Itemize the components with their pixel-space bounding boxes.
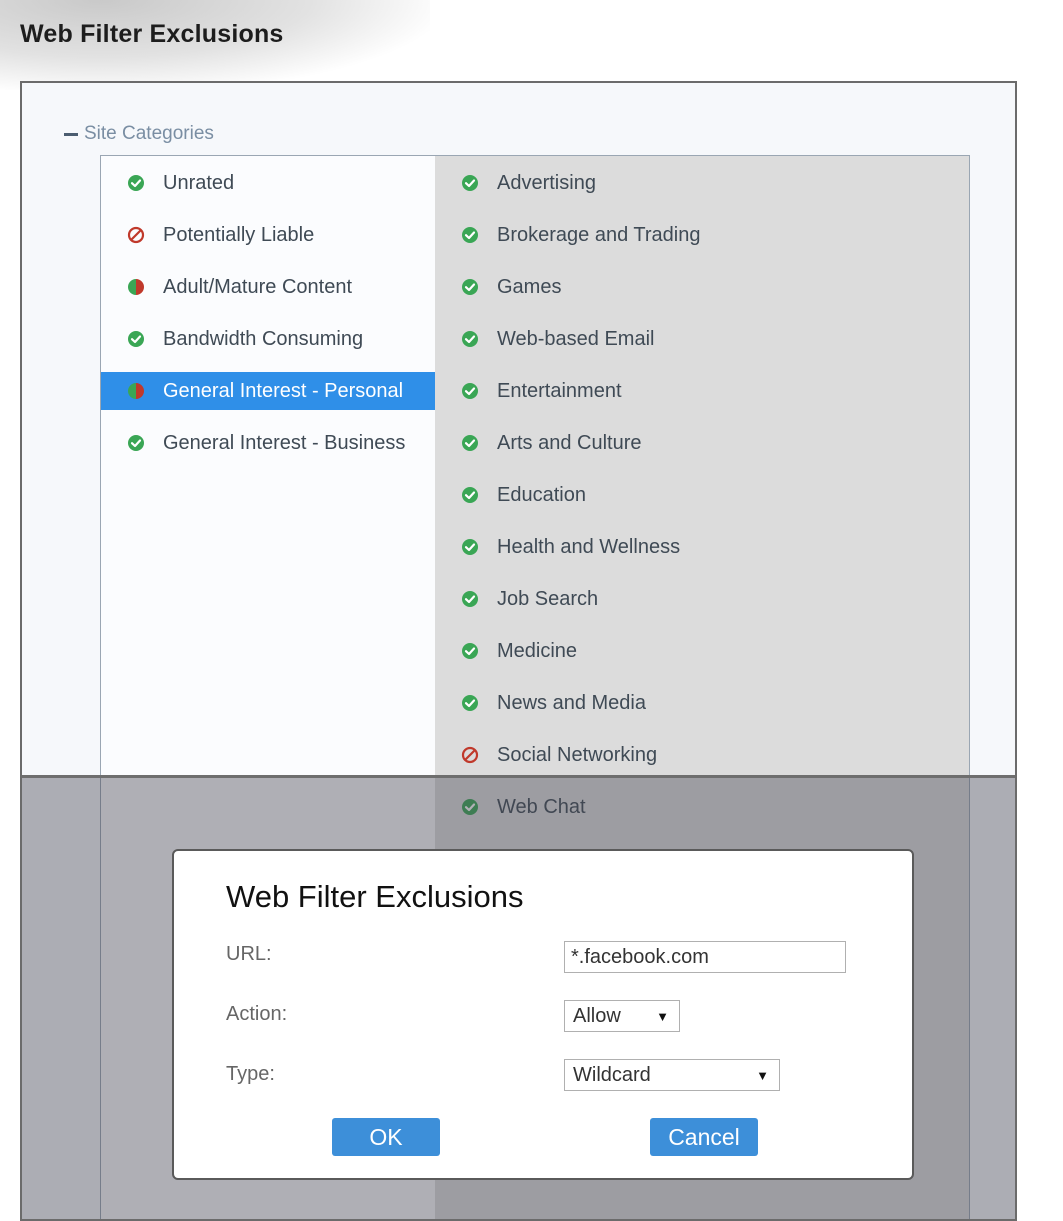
category-item[interactable]: Bandwidth Consuming [101, 320, 435, 358]
category-item[interactable]: Advertising [435, 164, 969, 202]
category-item[interactable]: General Interest - Personal [101, 372, 435, 410]
action-select[interactable]: Allow ▼ [564, 1000, 680, 1032]
category-item[interactable]: Brokerage and Trading [435, 216, 969, 254]
action-label: Action: [226, 1003, 288, 1025]
allow-check-icon [462, 435, 478, 451]
mixed-status-icon [128, 383, 144, 399]
allow-check-icon [128, 331, 144, 347]
category-label: Education [497, 483, 586, 506]
allow-check-icon [462, 279, 478, 295]
allow-check-icon [462, 175, 478, 191]
category-label: Social Networking [497, 743, 658, 766]
dropdown-arrow-icon: ▼ [756, 1067, 769, 1083]
category-item[interactable]: Unrated [101, 164, 435, 202]
url-label: URL: [226, 943, 272, 965]
category-label: General Interest - Business [163, 431, 406, 454]
category-item[interactable]: Adult/Mature Content [101, 268, 435, 306]
block-icon [461, 746, 479, 764]
block-icon [127, 226, 145, 244]
category-item[interactable]: General Interest - Business [101, 424, 435, 462]
category-label: Bandwidth Consuming [163, 327, 364, 350]
site-categories-label: Site Categories [84, 123, 214, 144]
category-label: Advertising [497, 171, 596, 194]
mixed-status-icon [128, 279, 144, 295]
category-label: Adult/Mature Content [163, 275, 352, 298]
category-label: Brokerage and Trading [497, 223, 701, 246]
category-item[interactable]: News and Media [435, 684, 969, 722]
category-label: Arts and Culture [497, 431, 642, 454]
allow-check-icon [462, 591, 478, 607]
ok-button[interactable]: OK [332, 1118, 440, 1156]
allow-check-icon [128, 435, 144, 451]
category-label: News and Media [497, 691, 646, 714]
category-label: Entertainment [497, 379, 622, 402]
type-select[interactable]: Wildcard ▼ [564, 1059, 780, 1091]
allow-check-icon [462, 695, 478, 711]
type-label: Type: [226, 1063, 275, 1085]
category-label: Games [497, 275, 562, 298]
dropdown-arrow-icon: ▼ [656, 1008, 669, 1024]
category-item[interactable]: Job Search [435, 580, 969, 618]
category-label: Health and Wellness [497, 535, 681, 558]
category-item[interactable]: Web-based Email [435, 320, 969, 358]
type-select-value: Wildcard [573, 1063, 651, 1086]
category-item[interactable]: Games [435, 268, 969, 306]
category-item[interactable]: Health and Wellness [435, 528, 969, 566]
category-label: General Interest - Personal [163, 379, 404, 402]
category-label: Web-based Email [497, 327, 655, 350]
allow-check-icon [462, 487, 478, 503]
category-label: Potentially Liable [163, 223, 315, 246]
web-filter-exclusions-dialog: Web Filter Exclusions URL: Action: Allow… [172, 849, 914, 1180]
category-label: Job Search [497, 587, 599, 610]
category-item[interactable]: Medicine [435, 632, 969, 670]
action-select-value: Allow [573, 1004, 621, 1027]
category-item[interactable]: Education [435, 476, 969, 514]
category-item[interactable]: Entertainment [435, 372, 969, 410]
page-title: Web Filter Exclusions [20, 20, 284, 48]
category-label: Medicine [497, 639, 578, 662]
url-input[interactable] [564, 941, 846, 973]
category-item[interactable]: Potentially Liable [101, 216, 435, 254]
category-item[interactable]: Arts and Culture [435, 424, 969, 462]
allow-check-icon [462, 643, 478, 659]
category-item[interactable]: Social Networking [435, 736, 969, 774]
allow-check-icon [128, 175, 144, 191]
allow-check-icon [462, 383, 478, 399]
allow-check-icon [462, 227, 478, 243]
dialog-title: Web Filter Exclusions [226, 879, 524, 914]
allow-check-icon [462, 539, 478, 555]
allow-check-icon [462, 331, 478, 347]
cancel-button[interactable]: Cancel [650, 1118, 758, 1156]
collapse-icon[interactable] [64, 132, 78, 136]
site-categories-toggle[interactable]: Site Categories [64, 123, 214, 145]
category-label: Unrated [163, 171, 235, 194]
